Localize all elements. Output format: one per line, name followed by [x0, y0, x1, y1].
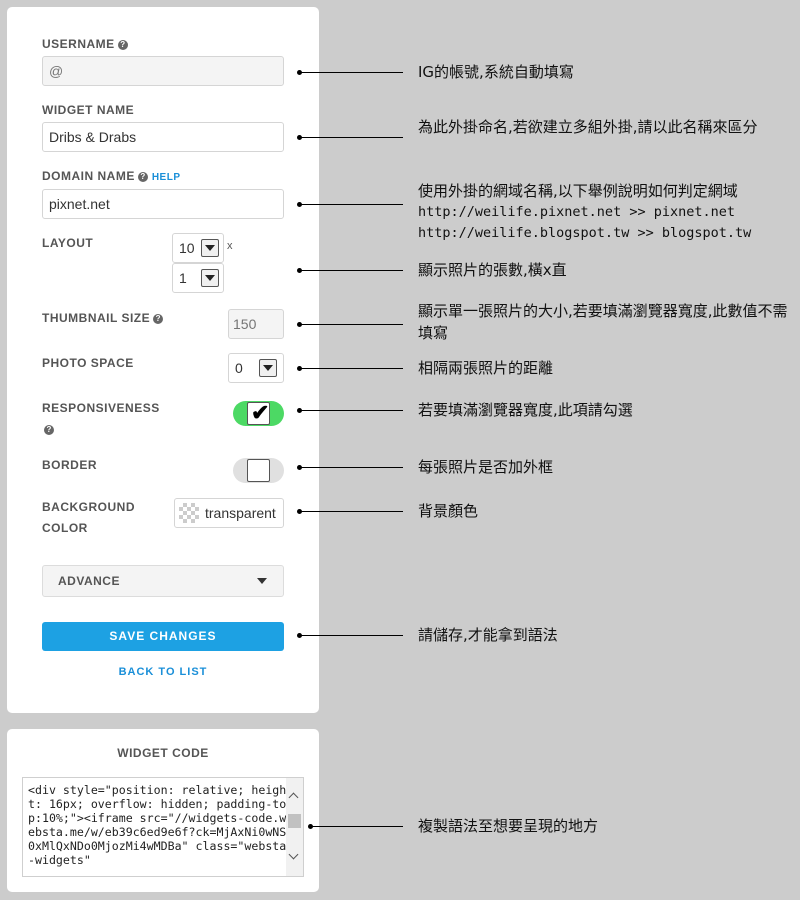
vertical-scrollbar[interactable]: [286, 778, 303, 876]
advance-dropdown[interactable]: ADVANCE: [42, 565, 284, 597]
connector-line: [297, 70, 403, 75]
note-photo-space: 相隔兩張照片的距離: [418, 359, 554, 377]
border-toggle[interactable]: [233, 458, 284, 483]
connector-line: [297, 322, 403, 327]
note-thumbnail-size: 顯示單一張照片的大小,若要填滿瀏覽器寬度,此數值不需填寫: [418, 302, 788, 342]
scroll-up-icon[interactable]: [288, 792, 299, 803]
note-username: IG的帳號,系統自動填寫: [418, 63, 574, 81]
save-changes-button[interactable]: SAVE CHANGES: [42, 622, 284, 651]
layout-rows-select[interactable]: 1: [172, 263, 224, 293]
note-domain-example-2: http://weilife.blogspot.tw >> blogspot.t…: [418, 225, 752, 241]
connector-line: [297, 366, 403, 371]
note-domain-example-1: http://weilife.pixnet.net >> pixnet.net: [418, 204, 735, 220]
checkmark-icon: ✔: [251, 400, 270, 425]
connector-line: [297, 509, 403, 514]
photo-space-label: PHOTO SPACE: [42, 356, 134, 370]
chevron-down-icon: [201, 269, 219, 287]
layout-times-sign: x: [227, 240, 233, 252]
photo-space-select[interactable]: 0: [228, 353, 284, 383]
widget-name-input[interactable]: Dribs & Drabs: [42, 122, 284, 152]
thumbnail-size-label: THUMBNAIL SIZE?: [42, 308, 164, 329]
chevron-down-icon: [201, 239, 219, 257]
note-border: 每張照片是否加外框: [418, 458, 554, 476]
widget-code-text: <div style="position: relative; height: …: [28, 783, 287, 867]
question-icon[interactable]: ?: [137, 172, 148, 182]
widget-code-panel: WIDGET CODE <div style="position: relati…: [7, 729, 319, 892]
domain-name-label: DOMAIN NAME? HELP: [42, 169, 181, 183]
responsiveness-toggle[interactable]: ✔: [233, 400, 284, 426]
connector-line: [297, 465, 403, 470]
scroll-down-icon[interactable]: [288, 849, 299, 860]
connector-line: [297, 202, 403, 207]
note-background-color: 背景顏色: [418, 502, 479, 520]
note-responsiveness: 若要填滿瀏覽器寬度,此項請勾選: [418, 401, 633, 419]
note-widget-name: 為此外掛命名,若欲建立多組外掛,請以此名稱來區分: [418, 118, 758, 136]
widget-code-textarea[interactable]: <div style="position: relative; height: …: [22, 777, 304, 877]
toggle-knob: ✔: [247, 400, 270, 425]
border-label: BORDER: [42, 458, 98, 472]
responsiveness-label: RESPONSIVENESS: [42, 401, 160, 415]
widget-settings-panel: USERNAME? WIDGET NAME Dribs & Drabs DOMA…: [7, 7, 319, 713]
connector-line: [297, 408, 403, 413]
scroll-thumb[interactable]: [288, 814, 301, 828]
connector-line: [297, 135, 403, 140]
question-icon[interactable]: ?: [117, 40, 128, 50]
help-link[interactable]: HELP: [152, 172, 181, 183]
toggle-knob: [247, 459, 270, 482]
background-color-label: BACKGROUND COLOR: [42, 500, 135, 535]
connector-line: [297, 633, 403, 638]
note-widget-code: 複製語法至想要呈現的地方: [418, 817, 599, 835]
widget-name-label: WIDGET NAME: [42, 103, 135, 117]
chevron-down-icon: [259, 359, 277, 377]
caret-down-icon: [257, 578, 267, 584]
username-input[interactable]: [42, 56, 284, 86]
note-domain-name: 使用外掛的網域名稱,以下舉例說明如何判定網域 http://weilife.pi…: [418, 180, 796, 244]
widget-code-title: WIDGET CODE: [117, 746, 209, 760]
username-label: USERNAME?: [42, 34, 128, 55]
note-domain-name-text: 使用外掛的網域名稱,以下舉例說明如何判定網域: [418, 182, 738, 200]
note-layout: 顯示照片的張數,橫x直: [418, 261, 567, 279]
domain-name-input[interactable]: pixnet.net: [42, 189, 284, 219]
note-save: 請儲存,才能拿到語法: [418, 626, 558, 644]
transparent-swatch-icon: [179, 503, 199, 523]
background-color-picker[interactable]: transparent: [174, 498, 284, 528]
connector-line: [308, 824, 403, 829]
question-icon[interactable]: ?: [44, 425, 54, 435]
layout-columns-select[interactable]: 10: [172, 233, 224, 263]
thumbnail-size-input[interactable]: [228, 309, 284, 339]
connector-line: [297, 268, 403, 273]
question-icon[interactable]: ?: [153, 314, 164, 324]
back-to-list-link[interactable]: BACK TO LIST: [42, 666, 284, 678]
layout-label: LAYOUT: [42, 236, 94, 250]
